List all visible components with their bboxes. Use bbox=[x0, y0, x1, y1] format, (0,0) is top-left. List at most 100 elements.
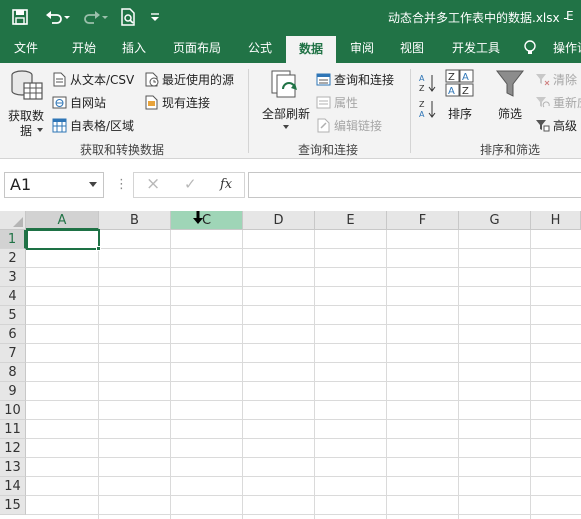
tab-home[interactable]: 开始 bbox=[56, 34, 112, 63]
svg-text:A: A bbox=[419, 74, 425, 83]
row-header-4[interactable]: 4 bbox=[0, 287, 26, 306]
column-header-f[interactable]: F bbox=[387, 211, 459, 230]
active-cell-a1[interactable] bbox=[26, 229, 100, 250]
from-text-csv-button[interactable]: 从文本/CSV bbox=[52, 71, 134, 88]
tab-file[interactable]: 文件 bbox=[0, 34, 52, 63]
ribbon-separator bbox=[410, 69, 411, 153]
document-title: 动态合并多工作表中的数据.xlsx - bbox=[388, 11, 568, 25]
from-table-button[interactable]: 自表格/区域 bbox=[52, 117, 134, 134]
refresh-all-button[interactable]: 全部刷新 bbox=[258, 69, 314, 139]
column-header-h[interactable]: H bbox=[531, 211, 581, 230]
row-header-12[interactable]: 12 bbox=[0, 439, 26, 458]
row-header-6[interactable]: 6 bbox=[0, 325, 26, 344]
clear-button[interactable]: 清除 bbox=[535, 71, 577, 88]
column-header-c[interactable]: C bbox=[171, 211, 243, 230]
gridline bbox=[26, 343, 581, 344]
tab-page-layout[interactable]: 页面布局 bbox=[162, 34, 232, 63]
cancel-icon[interactable]: × bbox=[146, 174, 160, 194]
select-all-icon bbox=[13, 217, 23, 227]
row-header-8[interactable]: 8 bbox=[0, 363, 26, 382]
edit-links-button[interactable]: 编辑链接 bbox=[316, 117, 382, 134]
formula-bar-grip-icon[interactable]: ⋮ bbox=[115, 177, 128, 192]
advanced-filter-icon bbox=[536, 120, 550, 132]
redo-icon[interactable] bbox=[82, 7, 110, 27]
row-header-7[interactable]: 7 bbox=[0, 344, 26, 363]
table-icon bbox=[52, 118, 67, 133]
column-header-b[interactable]: B bbox=[99, 211, 171, 230]
reapply-icon bbox=[536, 97, 550, 108]
get-data-button[interactable]: 获取数 据 bbox=[4, 67, 48, 139]
properties-button[interactable]: 属性 bbox=[316, 94, 358, 111]
tab-data[interactable]: 数据 bbox=[286, 36, 336, 63]
sort-az-icon: AZ bbox=[419, 74, 436, 93]
row-header-11[interactable]: 11 bbox=[0, 420, 26, 439]
from-text-csv-label: 从文本/CSV bbox=[70, 73, 135, 87]
properties-icon bbox=[316, 96, 331, 109]
row-header-3[interactable]: 3 bbox=[0, 268, 26, 287]
customize-qat-icon[interactable] bbox=[148, 7, 162, 27]
row-header-15[interactable]: 15 bbox=[0, 496, 26, 515]
tab-view[interactable]: 视图 bbox=[390, 34, 434, 63]
sort-descending-button[interactable]: ZA bbox=[419, 99, 437, 119]
row-header-13[interactable]: 13 bbox=[0, 458, 26, 477]
from-web-button[interactable]: 自网站 bbox=[52, 94, 106, 111]
gridline bbox=[26, 495, 581, 496]
row-header-10[interactable]: 10 bbox=[0, 401, 26, 420]
undo-icon[interactable] bbox=[44, 7, 72, 27]
existing-connections-button[interactable]: 现有连接 bbox=[144, 94, 210, 111]
row-header-9[interactable]: 9 bbox=[0, 382, 26, 401]
reapply-button[interactable]: 重新应 bbox=[535, 94, 581, 111]
column-header-g[interactable]: G bbox=[459, 211, 531, 230]
tab-review[interactable]: 审阅 bbox=[340, 34, 384, 63]
gridline bbox=[26, 419, 581, 420]
select-all-button[interactable] bbox=[0, 211, 26, 230]
sort-button[interactable]: Z A A Z 排序 bbox=[442, 69, 478, 125]
queries-connections-button[interactable]: 查询和连接 bbox=[316, 71, 394, 88]
row-header-5[interactable]: 5 bbox=[0, 306, 26, 325]
sort-label: 排序 bbox=[447, 107, 472, 121]
gridline bbox=[26, 381, 581, 382]
get-data-icon bbox=[11, 70, 43, 100]
clear-label: 清除 bbox=[553, 73, 578, 87]
svg-text:A: A bbox=[419, 110, 425, 119]
ribbon: 获取数 据 从文本/CSV 自网站 自表格/区域 最近使用的源 现有连接 获取和… bbox=[0, 63, 581, 159]
gridline bbox=[26, 286, 581, 287]
advanced-button[interactable]: 高级 bbox=[535, 117, 577, 134]
properties-label: 属性 bbox=[334, 96, 359, 110]
row-header-2[interactable]: 2 bbox=[0, 249, 26, 268]
gridline bbox=[26, 248, 581, 249]
save-icon[interactable] bbox=[10, 7, 30, 27]
tab-insert[interactable]: 插入 bbox=[112, 34, 156, 63]
tab-developer[interactable]: 开发工具 bbox=[442, 34, 510, 63]
formula-input[interactable] bbox=[248, 172, 581, 198]
title-bar: 动态合并多工作表中的数据.xlsx - E bbox=[0, 0, 581, 34]
name-box-dropdown-icon[interactable] bbox=[89, 182, 97, 187]
fill-handle[interactable] bbox=[96, 246, 101, 251]
enter-icon[interactable]: ✓ bbox=[184, 175, 197, 193]
sort-ascending-button[interactable]: AZ bbox=[419, 73, 437, 93]
tab-tell-me[interactable]: 操作说 bbox=[553, 34, 581, 63]
worksheet-grid[interactable]: A B C D E F G H 1 2 3 4 5 6 7 8 9 10 11 … bbox=[0, 211, 581, 519]
ribbon-separator bbox=[248, 69, 249, 153]
column-header-d[interactable]: D bbox=[243, 211, 315, 230]
from-web-label: 自网站 bbox=[70, 96, 107, 110]
name-box[interactable]: A1 bbox=[4, 172, 104, 198]
gridline bbox=[26, 362, 581, 363]
filter-button[interactable]: 筛选 bbox=[492, 69, 528, 125]
title-extra: E bbox=[566, 9, 574, 23]
recent-sources-button[interactable]: 最近使用的源 bbox=[144, 71, 234, 88]
print-preview-icon[interactable] bbox=[118, 7, 138, 27]
lightbulb-icon[interactable] bbox=[522, 34, 538, 63]
ribbon-tabs: 文件 开始 插入 页面布局 公式 数据 审阅 视图 开发工具 操作说 bbox=[0, 34, 581, 63]
get-transform-group-label: 获取和转换数据 bbox=[80, 143, 165, 157]
name-box-value: A1 bbox=[10, 175, 32, 194]
column-header-e[interactable]: E bbox=[315, 211, 387, 230]
row-header-1[interactable]: 1 bbox=[0, 230, 26, 249]
insert-function-icon[interactable]: fx bbox=[220, 177, 232, 192]
svg-text:Z: Z bbox=[448, 72, 455, 83]
column-header-a[interactable]: A bbox=[26, 211, 99, 230]
from-table-label: 自表格/区域 bbox=[70, 119, 135, 133]
queries-connections-icon bbox=[316, 73, 331, 86]
tab-formulas[interactable]: 公式 bbox=[238, 34, 282, 63]
row-header-14[interactable]: 14 bbox=[0, 477, 26, 496]
